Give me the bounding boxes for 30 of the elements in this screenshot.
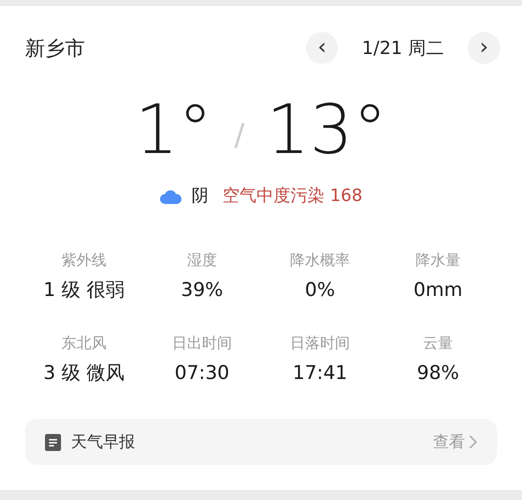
stat-label: 紫外线 — [62, 250, 106, 271]
air-quality: 空气中度污染 168 — [222, 185, 362, 208]
low-temperature: 1° — [135, 97, 212, 165]
temperature-separator: / — [234, 121, 244, 151]
stat-value: 0% — [304, 278, 336, 302]
city-name: 新乡市 — [25, 35, 85, 62]
stat-value: 3 级 微风 — [43, 360, 125, 386]
report-title: 天气早报 — [71, 431, 135, 453]
stat-value: 07:30 — [174, 360, 230, 386]
previous-button[interactable]: ‹ — [306, 32, 338, 64]
stat-label: 湿度 — [187, 250, 217, 271]
cloud-icon — [160, 190, 182, 204]
chevron-right-icon — [469, 435, 477, 449]
stat-label: 日落时间 — [290, 333, 350, 354]
stat-label: 降水概率 — [290, 250, 350, 271]
stat-value: 98% — [416, 360, 460, 386]
stat-value: 1 级 很弱 — [43, 278, 125, 302]
stat-value: 39% — [180, 278, 224, 302]
stat-label: 云量 — [423, 333, 453, 354]
next-button[interactable]: › — [468, 32, 500, 64]
weather-condition: 阴 — [192, 185, 209, 208]
high-temperature: 13° — [266, 97, 387, 165]
document-icon — [45, 434, 61, 450]
stat-value: 17:41 — [292, 360, 348, 386]
weather-report-bar[interactable]: 天气早报 查看 — [25, 419, 497, 465]
date-label: 1/21 周二 — [360, 36, 446, 60]
stat-label: 日出时间 — [172, 333, 232, 354]
stat-label: 东北风 — [62, 333, 106, 354]
stat-label: 降水量 — [416, 250, 460, 271]
stat-value: 0mm — [413, 278, 463, 302]
